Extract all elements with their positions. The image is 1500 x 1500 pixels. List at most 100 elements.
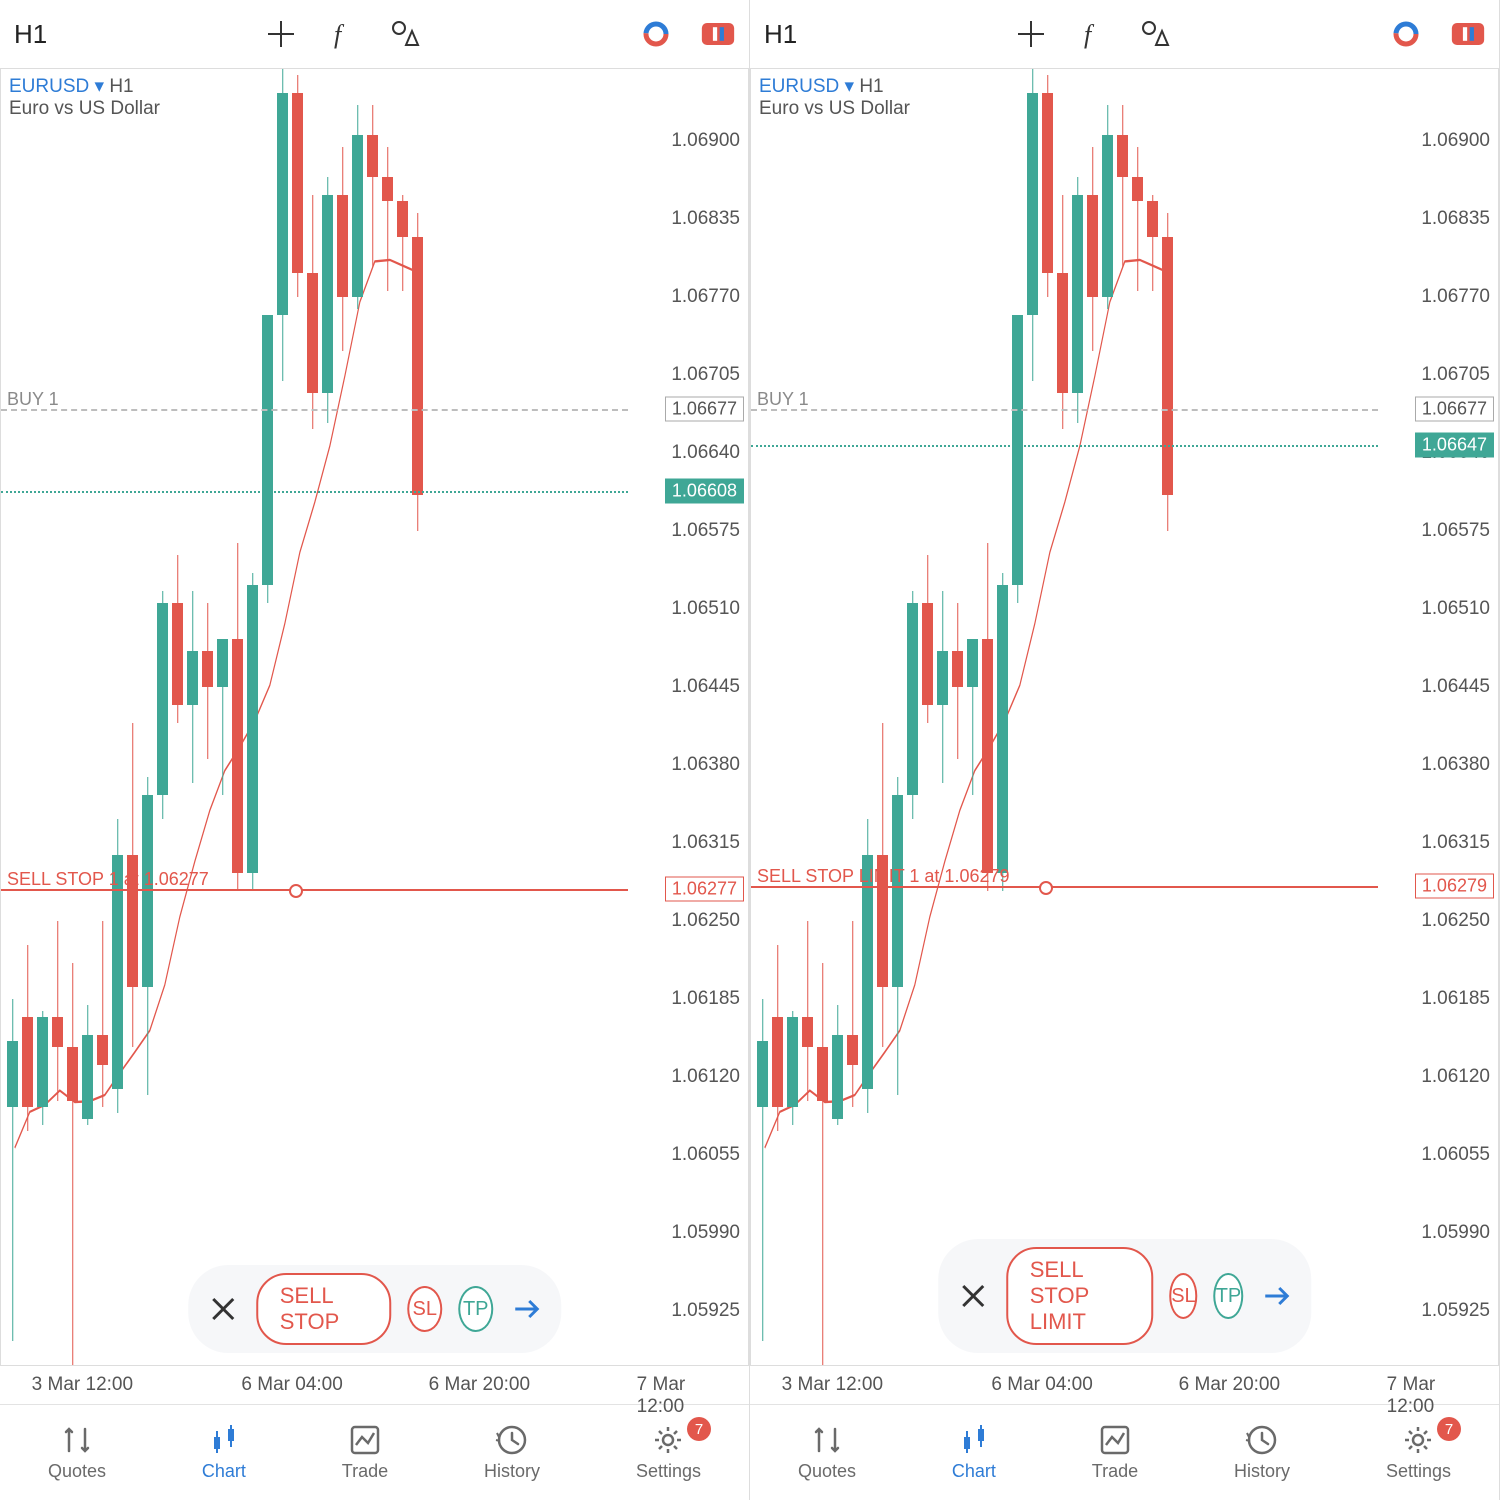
candle	[1117, 69, 1128, 1365]
price-tick: 1.06445	[1421, 676, 1490, 698]
drag-handle-icon[interactable]	[289, 884, 303, 898]
bottom-nav: Quotes Chart Trade History Settings 7	[0, 1404, 749, 1500]
buy-position-line[interactable]: BUY 1	[751, 409, 1378, 411]
crosshair-icon[interactable]	[1014, 17, 1048, 51]
candle	[862, 69, 873, 1365]
candle	[802, 69, 813, 1365]
objects-icon[interactable]	[388, 17, 422, 51]
price-tick: 1.06120	[671, 1066, 740, 1088]
price-tick: 1.06575	[1421, 520, 1490, 542]
sl-button[interactable]: SL	[407, 1286, 442, 1332]
nav-quotes[interactable]: Quotes	[798, 1423, 856, 1482]
nav-trade[interactable]: Trade	[342, 1423, 388, 1482]
svg-text:f: f	[1084, 20, 1095, 49]
candle	[787, 69, 798, 1365]
crosshair-icon[interactable]	[264, 17, 298, 51]
price-tick: 1.06835	[671, 208, 740, 230]
candle	[292, 69, 303, 1365]
candle	[1087, 69, 1098, 1365]
badge: 7	[1437, 1417, 1461, 1441]
candle	[322, 69, 333, 1365]
price-tick: 1.05990	[671, 1222, 740, 1244]
chart-info: EURUSD ▾ H1 Euro vs US Dollar	[9, 75, 160, 120]
drag-handle-icon[interactable]	[1039, 881, 1053, 895]
chart-info: EURUSD ▾ H1 Euro vs US Dollar	[759, 75, 910, 120]
sl-button[interactable]: SL	[1169, 1273, 1197, 1319]
one-click-trade-icon[interactable]	[701, 17, 735, 51]
nav-label: Settings	[636, 1461, 701, 1482]
settings-icon	[1401, 1423, 1435, 1457]
price-tick: 1.06900	[1421, 130, 1490, 152]
nav-settings[interactable]: Settings 7	[1386, 1423, 1451, 1482]
order-type-button[interactable]: SELL STOP	[256, 1273, 392, 1345]
price-tick: 1.06185	[1421, 988, 1490, 1010]
candle	[1102, 69, 1113, 1365]
nav-chart[interactable]: Chart	[952, 1423, 996, 1482]
price-tick: 1.06510	[671, 598, 740, 620]
close-icon[interactable]	[956, 1279, 990, 1313]
candle	[7, 69, 18, 1365]
nav-chart[interactable]: Chart	[202, 1423, 246, 1482]
symbol-line[interactable]: EURUSD ▾ H1	[9, 75, 160, 98]
order-type-button[interactable]: SELL STOP LIMIT	[1006, 1247, 1153, 1345]
candle	[22, 69, 33, 1365]
candle	[817, 69, 828, 1365]
price-tick: 1.06770	[671, 286, 740, 308]
nav-quotes[interactable]: Quotes	[48, 1423, 106, 1482]
chart-area[interactable]: EURUSD ▾ H1 Euro vs US Dollar	[0, 68, 749, 1366]
candle	[37, 69, 48, 1365]
timeframe-selector[interactable]: H1	[764, 19, 797, 50]
candle	[1162, 69, 1173, 1365]
chart-area[interactable]: EURUSD ▾ H1 Euro vs US Dollar	[750, 68, 1499, 1366]
price-tick: 1.06705	[671, 364, 740, 386]
tp-button[interactable]: TP	[1214, 1273, 1244, 1319]
candle	[907, 69, 918, 1365]
time-tick: 6 Mar 04:00	[241, 1374, 342, 1396]
buy-position-line[interactable]: BUY 1	[1, 409, 628, 411]
price-tick: 1.06575	[671, 520, 740, 542]
price-tick: 1.06055	[671, 1144, 740, 1166]
chart-panel: H1 f EURUSD ▾ H1 Euro vs US Dollar	[750, 0, 1500, 1500]
cycle-icon[interactable]	[1389, 17, 1423, 51]
pending-order-line[interactable]: SELL STOP LIMIT 1 at 1.06279	[751, 886, 1378, 888]
pending-order-line[interactable]: SELL STOP 1 at 1.06277	[1, 889, 628, 891]
indicators-icon[interactable]: f	[326, 17, 360, 51]
chart-icon	[957, 1423, 991, 1457]
settings-icon	[651, 1423, 685, 1457]
order-toolbar: SELL STOP SL TP	[188, 1265, 562, 1353]
arrow-right-icon[interactable]	[1259, 1279, 1293, 1313]
nav-label: History	[1234, 1461, 1290, 1482]
candle	[172, 69, 183, 1365]
current-price-label: 1.06608	[665, 479, 744, 504]
nav-trade[interactable]: Trade	[1092, 1423, 1138, 1482]
price-tick: 1.05990	[1421, 1222, 1490, 1244]
cycle-icon[interactable]	[639, 17, 673, 51]
candle	[1072, 69, 1083, 1365]
one-click-trade-icon[interactable]	[1451, 17, 1485, 51]
bottom-nav: Quotes Chart Trade History Settings 7	[750, 1404, 1499, 1500]
candle	[202, 69, 213, 1365]
close-icon[interactable]	[206, 1292, 240, 1326]
nav-history[interactable]: History	[484, 1423, 540, 1482]
nav-settings[interactable]: Settings 7	[636, 1423, 701, 1482]
candlestick-series	[751, 69, 1378, 1365]
time-axis: 3 Mar 12:006 Mar 04:006 Mar 20:007 Mar 1…	[0, 1366, 749, 1404]
arrow-right-icon[interactable]	[509, 1292, 543, 1326]
candle	[142, 69, 153, 1365]
price-tick: 1.06380	[1421, 754, 1490, 776]
symbol-line[interactable]: EURUSD ▾ H1	[759, 75, 910, 98]
candle	[82, 69, 93, 1365]
candle	[277, 69, 288, 1365]
buy-price-label: 1.06677	[1415, 396, 1494, 421]
objects-icon[interactable]	[1138, 17, 1172, 51]
tp-button[interactable]: TP	[458, 1286, 493, 1332]
nav-history[interactable]: History	[1234, 1423, 1290, 1482]
nav-label: Quotes	[48, 1461, 106, 1482]
indicators-icon[interactable]: f	[1076, 17, 1110, 51]
trade-icon	[348, 1423, 382, 1457]
time-tick: 7 Mar 12:00	[1387, 1374, 1462, 1418]
trade-icon	[1098, 1423, 1132, 1457]
timeframe-selector[interactable]: H1	[14, 19, 47, 50]
candle	[127, 69, 138, 1365]
candle	[877, 69, 888, 1365]
